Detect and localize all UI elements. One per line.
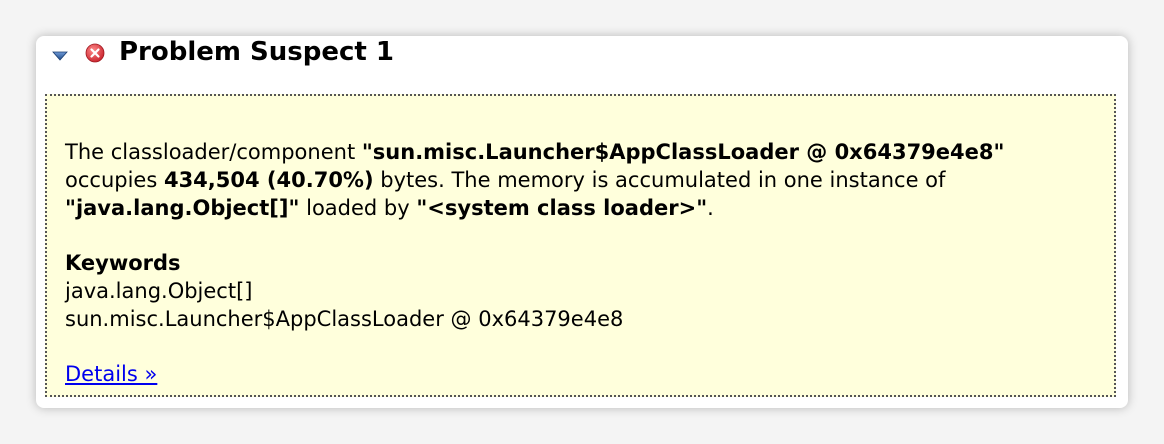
expand-triangle-icon[interactable]: [52, 50, 68, 62]
problem-suspect-window: Problem Suspect 1 The classloader/compon…: [36, 36, 1128, 408]
keywords-heading: Keywords: [65, 251, 181, 275]
suspect-header: Problem Suspect 1: [36, 36, 1128, 70]
description-text: The classloader/component: [65, 140, 362, 164]
description-text: loaded by: [299, 196, 417, 220]
suspect-details-panel: The classloader/component "sun.misc.Laun…: [45, 94, 1116, 397]
keyword-item: sun.misc.Launcher$AppClassLoader @ 0x643…: [65, 307, 624, 331]
keyword-item: java.lang.Object[]: [65, 279, 253, 303]
description-text: occupies: [65, 168, 164, 192]
suspect-description: The classloader/component "sun.misc.Laun…: [65, 138, 1096, 222]
loader-name: "<system class loader>": [416, 196, 708, 220]
error-icon: [85, 43, 105, 63]
suspect-content: The classloader/component "sun.misc.Laun…: [65, 138, 1096, 388]
retained-size: 434,504 (40.70%): [163, 168, 374, 192]
page-title: Problem Suspect 1: [119, 37, 394, 67]
details-link[interactable]: Details »: [65, 362, 157, 386]
description-text: bytes. The memory is accumulated in one …: [373, 168, 946, 192]
instance-class-name: "java.lang.Object[]": [65, 196, 300, 220]
description-text: .: [707, 196, 714, 220]
component-name: "sun.misc.Launcher$AppClassLoader @ 0x64…: [361, 140, 1005, 164]
